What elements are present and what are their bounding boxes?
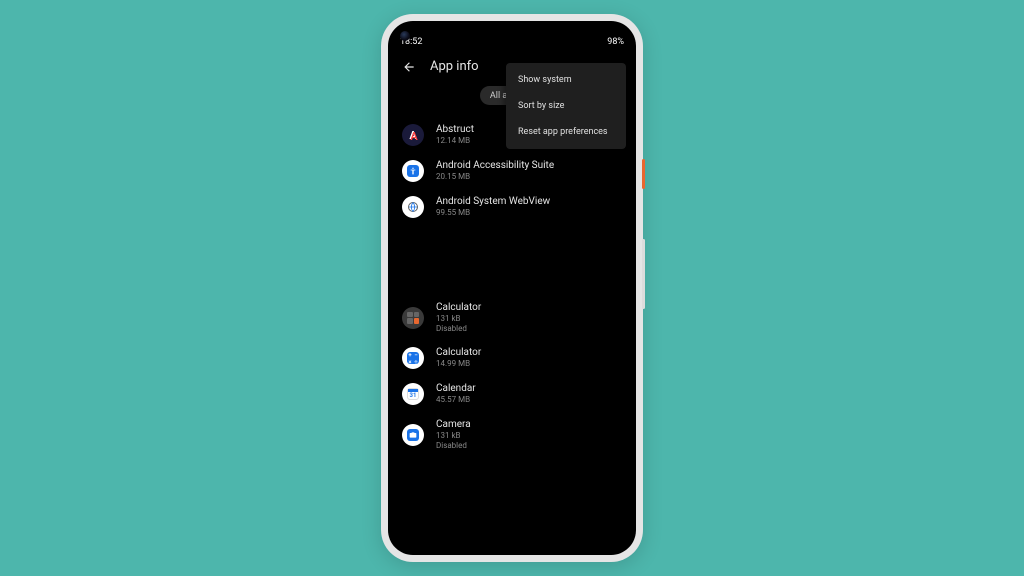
app-size: 45.57 MB bbox=[436, 395, 476, 405]
status-bar: 18:52 98% bbox=[388, 21, 636, 49]
app-row-camera[interactable]: Camera 131 kB Disabled bbox=[388, 412, 636, 457]
app-row-calculator-2[interactable]: +−×÷ Calculator 14.99 MB bbox=[388, 340, 636, 376]
app-row-calculator-1[interactable]: Calculator 131 kB Disabled bbox=[388, 295, 636, 340]
app-name: Android System WebView bbox=[436, 196, 550, 208]
app-status: Disabled bbox=[436, 441, 471, 451]
app-size: 131 kB bbox=[436, 431, 471, 441]
app-size: 20.15 MB bbox=[436, 172, 554, 182]
phone-frame: 18:52 98% bbox=[381, 14, 643, 562]
app-size: 131 kB bbox=[436, 314, 481, 324]
menu-show-system[interactable]: Show system bbox=[506, 67, 626, 93]
app-list[interactable]: AA Abstruct 12.14 MB Android Accessibili… bbox=[388, 113, 636, 461]
camera-punch-hole bbox=[400, 31, 410, 41]
app-size: 14.99 MB bbox=[436, 359, 481, 369]
app-row-accessibility[interactable]: Android Accessibility Suite 20.15 MB bbox=[388, 153, 636, 189]
app-size: 99.55 MB bbox=[436, 208, 550, 218]
power-button bbox=[642, 159, 645, 189]
app-size: 12.14 MB bbox=[436, 136, 474, 146]
app-icon bbox=[402, 424, 424, 446]
app-name: Calculator bbox=[436, 302, 481, 314]
app-name: Calculator bbox=[436, 347, 481, 359]
app-icon: AA bbox=[402, 124, 424, 146]
app-icon: +−×÷ bbox=[402, 347, 424, 369]
list-gap bbox=[388, 225, 636, 295]
app-meta: Android Accessibility Suite 20.15 MB bbox=[436, 160, 554, 182]
app-icon bbox=[402, 196, 424, 218]
app-status: Disabled bbox=[436, 324, 481, 334]
menu-sort-by-size[interactable]: Sort by size bbox=[506, 93, 626, 119]
app-icon bbox=[402, 307, 424, 329]
app-name: Calendar bbox=[436, 383, 476, 395]
overflow-menu: Show system Sort by size Reset app prefe… bbox=[506, 63, 626, 149]
app-icon bbox=[402, 160, 424, 182]
app-name: Android Accessibility Suite bbox=[436, 160, 554, 172]
app-meta: Abstruct 12.14 MB bbox=[436, 124, 474, 146]
app-meta: Calculator 14.99 MB bbox=[436, 347, 481, 369]
app-row-webview[interactable]: Android System WebView 99.55 MB bbox=[388, 189, 636, 225]
app-meta: Camera 131 kB Disabled bbox=[436, 419, 471, 450]
app-meta: Android System WebView 99.55 MB bbox=[436, 196, 550, 218]
app-meta: Calendar 45.57 MB bbox=[436, 383, 476, 405]
menu-reset-preferences[interactable]: Reset app preferences bbox=[506, 119, 626, 145]
back-button[interactable] bbox=[402, 60, 416, 74]
volume-button bbox=[642, 239, 645, 309]
app-name: Camera bbox=[436, 419, 471, 431]
app-name: Abstruct bbox=[436, 124, 474, 136]
status-icons: 98% bbox=[597, 37, 624, 47]
app-meta: Calculator 131 kB Disabled bbox=[436, 302, 481, 333]
app-icon: 31 bbox=[402, 383, 424, 405]
page-title: App info bbox=[430, 59, 479, 74]
app-row-calendar[interactable]: 31 Calendar 45.57 MB bbox=[388, 376, 636, 412]
battery-percent: 98% bbox=[607, 37, 624, 47]
screen: 18:52 98% bbox=[388, 21, 636, 555]
